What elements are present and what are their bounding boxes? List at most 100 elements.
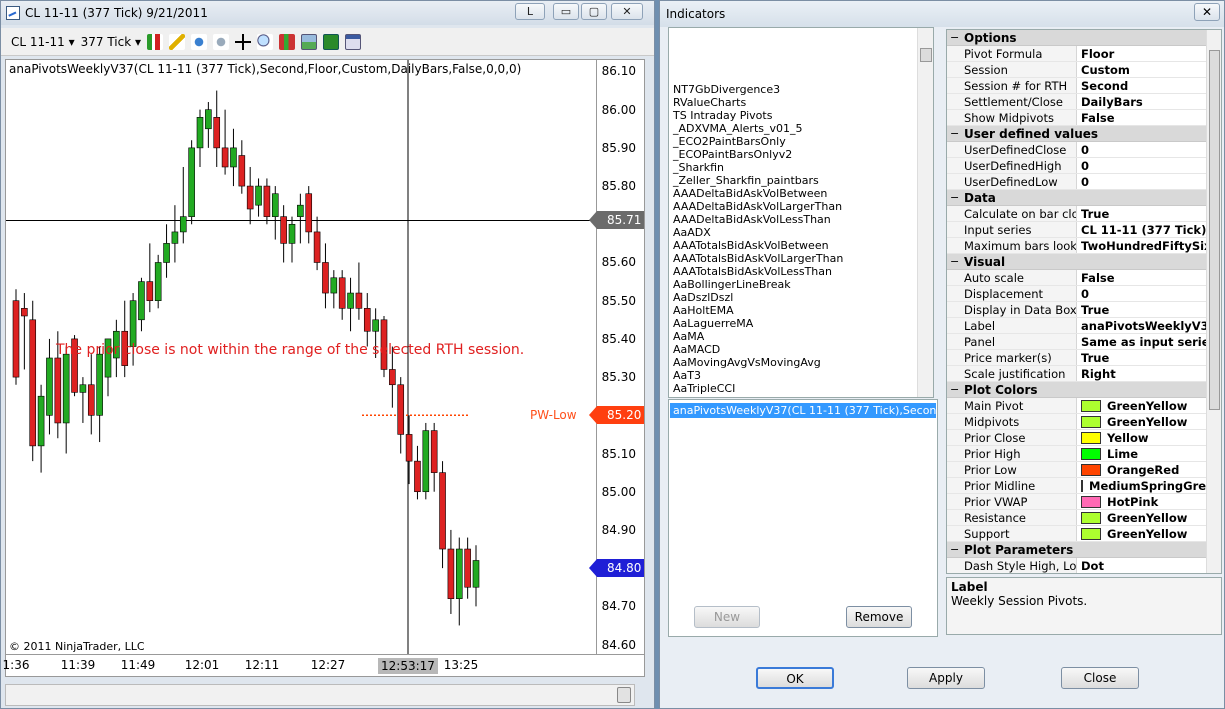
property-value[interactable]: MediumSpringGreen — [1077, 478, 1221, 493]
property-value[interactable]: Second — [1077, 78, 1221, 93]
property-value[interactable]: True — [1077, 350, 1221, 365]
property-row[interactable]: Session Custom — [947, 62, 1221, 78]
indicator-list-item[interactable]: AAADeltaBidAskVolLessThan — [669, 213, 933, 226]
link-button[interactable]: L — [515, 3, 545, 20]
indicators-icon[interactable] — [279, 33, 295, 50]
scrollbar-thumb[interactable] — [617, 687, 631, 703]
property-row[interactable]: Auto scale False — [947, 270, 1221, 286]
property-value[interactable]: 0 — [1077, 142, 1221, 157]
property-row[interactable]: Prior High Lime — [947, 446, 1221, 462]
horizontal-scrollbar[interactable] — [5, 684, 635, 706]
chart-title-bar[interactable]: CL 11-11 (377 Tick) 9/21/2011 L ▭ ▢ ✕ — [1, 1, 654, 25]
property-row[interactable]: UserDefinedLow 0 — [947, 174, 1221, 190]
indicator-list-item[interactable]: RValueCharts — [669, 96, 933, 109]
property-row[interactable]: Prior Midline MediumSpringGreen — [947, 478, 1221, 494]
property-value[interactable]: Floor — [1077, 46, 1221, 61]
indicator-list-item[interactable]: _ECOPaintBarsOnlyv2 — [669, 148, 933, 161]
property-value[interactable]: GreenYellow — [1077, 414, 1221, 429]
indicator-list-item[interactable]: AaMovingAvgVsMovingAvg — [669, 356, 933, 369]
property-category[interactable]: Plot Colors — [947, 382, 1221, 398]
indicator-list-item[interactable]: _Zeller_Sharkfin_paintbars — [669, 174, 933, 187]
available-indicators-list[interactable]: NT7GbDivergence3 RValueCharts TS Intraday … — [668, 27, 934, 398]
property-row[interactable]: Label anaPivotsWeeklyV37 — [947, 318, 1221, 334]
property-row[interactable]: Scale justification Right — [947, 366, 1221, 382]
property-category[interactable]: User defined values — [947, 126, 1221, 142]
property-row[interactable]: Support GreenYellow — [947, 526, 1221, 542]
indicator-list-item[interactable]: AAATotalsBidAskVolBetween — [669, 239, 933, 252]
indicator-list-item[interactable]: AAADeltaBidAskVolBetween — [669, 187, 933, 200]
property-value[interactable]: True — [1077, 206, 1221, 221]
property-value[interactable]: Dot — [1077, 558, 1221, 573]
minimize-button[interactable]: ▭ — [553, 3, 579, 20]
property-row[interactable]: UserDefinedClose 0 — [947, 142, 1221, 158]
indicator-list-item[interactable]: _ADXVMA_Alerts_v01_5 — [669, 122, 933, 135]
property-value[interactable]: Same as input series — [1077, 334, 1221, 349]
zoom-icon[interactable] — [257, 33, 273, 50]
property-row[interactable]: Input series CL 11-11 (377 Tick) — [947, 222, 1221, 238]
property-row[interactable]: Settlement/Close DailyBars — [947, 94, 1221, 110]
property-category[interactable]: Data — [947, 190, 1221, 206]
crosshair-tool-icon[interactable] — [191, 33, 207, 50]
property-value[interactable]: True — [1077, 302, 1221, 317]
indicator-list-item[interactable]: AAATotalsBidAskVolLargerThan — [669, 252, 933, 265]
instrument-selector[interactable]: CL 11-11 ▾ — [11, 35, 75, 49]
property-value[interactable]: HotPink — [1077, 494, 1221, 509]
property-category[interactable]: Options — [947, 30, 1221, 46]
property-value[interactable]: False — [1077, 110, 1221, 125]
maximize-button[interactable]: ▢ — [581, 3, 607, 20]
property-value[interactable]: GreenYellow — [1077, 398, 1221, 413]
property-row[interactable]: Prior Close Yellow — [947, 430, 1221, 446]
property-row[interactable]: Main Pivot GreenYellow — [947, 398, 1221, 414]
property-value[interactable]: False — [1077, 270, 1221, 285]
indicator-list-item[interactable]: AaTripleCCI — [669, 382, 933, 395]
property-value[interactable]: TwoHundredFiftySix — [1077, 238, 1221, 253]
property-row[interactable]: Session # for RTH Second — [947, 78, 1221, 94]
applied-indicator-item[interactable]: anaPivotsWeeklyV37(CL 11-11 (377 Tick),S… — [670, 403, 936, 418]
property-value[interactable]: GreenYellow — [1077, 526, 1221, 541]
property-value[interactable]: Yellow — [1077, 430, 1221, 445]
scrollbar-thumb[interactable] — [1209, 50, 1220, 410]
property-value[interactable]: GreenYellow — [1077, 510, 1221, 525]
indicator-list-item[interactable]: AaLaguerreMA — [669, 317, 933, 330]
property-row[interactable]: Price marker(s) True — [947, 350, 1221, 366]
price-axis[interactable]: 86.1086.0085.9085.8085.7085.6085.5085.40… — [589, 59, 645, 655]
dollar-icon[interactable] — [323, 33, 339, 50]
indicator-list-item[interactable]: AAATotalsBidAskVolLessThan — [669, 265, 933, 278]
property-value[interactable]: Right — [1077, 366, 1221, 381]
properties-icon[interactable] — [345, 33, 361, 50]
new-button[interactable]: New — [694, 606, 760, 628]
close-dialog-button[interactable]: ✕ — [1194, 3, 1220, 21]
property-grid[interactable]: OptionsPivot FormulaFloorSessionCustomSe… — [946, 29, 1222, 574]
indicator-list-item[interactable]: AaMACD — [669, 343, 933, 356]
time-axis[interactable]: 12:53:17 1:36 11:39 11:49 12:01 12:11 12:27 13… — [3, 655, 645, 677]
interval-selector[interactable]: 377 Tick ▾ — [81, 35, 141, 49]
property-row[interactable]: Prior Low OrangeRed — [947, 462, 1221, 478]
indicator-list-item[interactable]: AaT3 — [669, 369, 933, 382]
indicators-title-bar[interactable]: Indicators ✕ — [660, 1, 1224, 27]
property-row[interactable]: Panel Same as input series — [947, 334, 1221, 350]
property-row[interactable]: Resistance GreenYellow — [947, 510, 1221, 526]
property-category[interactable]: Plot Parameters — [947, 542, 1221, 558]
indicator-list-item[interactable]: AaHoltEMA — [669, 304, 933, 317]
property-value[interactable]: 0 — [1077, 286, 1221, 301]
property-row[interactable]: Display in Data Box True — [947, 302, 1221, 318]
indicator-list-item[interactable]: NT7GbDivergence3 — [669, 83, 933, 96]
property-value[interactable]: CL 11-11 (377 Tick) — [1077, 222, 1221, 237]
property-value[interactable]: Custom — [1077, 62, 1221, 77]
remove-button[interactable]: Remove — [846, 606, 912, 628]
indicator-list-item[interactable]: AAADeltaBidAskVolLargerThan — [669, 200, 933, 213]
property-value[interactable]: 0 — [1077, 174, 1221, 189]
property-value[interactable]: anaPivotsWeeklyV37 — [1077, 318, 1221, 333]
strategies-icon[interactable] — [301, 33, 317, 50]
bar-type-icon[interactable] — [147, 33, 163, 50]
ok-button[interactable]: OK — [756, 667, 834, 689]
properties-scrollbar[interactable] — [1206, 30, 1221, 573]
apply-button[interactable]: Apply — [907, 667, 985, 689]
property-value[interactable]: 0 — [1077, 158, 1221, 173]
property-category[interactable]: Visual — [947, 254, 1221, 270]
indicator-list-item[interactable]: AaDszlDszl — [669, 291, 933, 304]
draw-tool-icon[interactable] — [169, 33, 185, 50]
indicator-list-item[interactable]: AaBollingerLineBreak — [669, 278, 933, 291]
crosshair-icon[interactable] — [235, 33, 251, 50]
property-value[interactable]: Lime — [1077, 446, 1221, 461]
